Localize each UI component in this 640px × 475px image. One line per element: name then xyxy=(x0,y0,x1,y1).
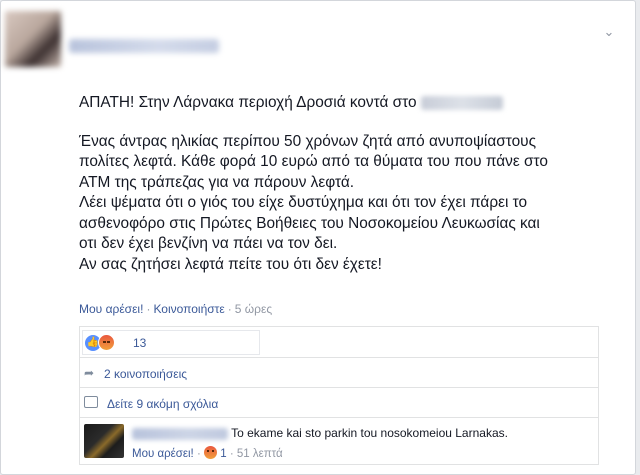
author-name-redacted[interactable] xyxy=(69,39,219,53)
post-body: ΑΠΑΤΗ! Στην Λάρνακα περιοχή Δροσιά κοντά… xyxy=(79,93,599,275)
post-line: ΑΤΜ της τράπεζας για να πάρουν λεφτά. xyxy=(79,173,355,191)
share-link[interactable]: Κοινοποιήστε xyxy=(153,302,224,316)
angry-reaction-icon xyxy=(204,446,218,459)
post-actions: Μου αρέσει! · Κοινοποιήστε · 5 ώρες xyxy=(79,302,272,316)
commenter-name-redacted[interactable] xyxy=(132,427,228,440)
post-timestamp[interactable]: 5 ώρες xyxy=(235,302,272,316)
comment-reaction-count[interactable]: 1 xyxy=(220,448,226,460)
post-card: ⌄ ΑΠΑΤΗ! Στην Λάρνακα περιοχή Δροσιά κον… xyxy=(0,0,636,475)
post-line: Λέει ψέματα ότι ο γιός του είχε δυστύχημ… xyxy=(79,194,528,211)
comment: To ekame kai sto parkin tou nosokomeiou … xyxy=(80,418,598,464)
post-line: ΑΠΑΤΗ! Στην Λάρνακα περιοχή Δροσιά κοντά… xyxy=(79,93,599,114)
post-line: οτι δεν έχει βενζίνη να πάει να τον δει. xyxy=(79,235,338,252)
like-link[interactable]: Μου αρέσει! xyxy=(79,302,143,316)
share-arrow-icon: ➦ xyxy=(84,366,95,380)
comment-like-link[interactable]: Μου αρέσει! xyxy=(132,448,194,460)
comment-actions: Μου αρέσει! · 1 · 51 λεπτά xyxy=(132,446,283,460)
post-line: Αν σας ζητήσει λεφτά πείτε του ότι δεν έ… xyxy=(79,255,382,273)
separator: · xyxy=(146,302,151,316)
chevron-down-icon[interactable]: ⌄ xyxy=(601,25,617,39)
separator: · xyxy=(229,448,234,460)
reactions-row[interactable]: 👍 13 xyxy=(80,327,598,358)
reaction-count[interactable]: 13 xyxy=(133,336,146,350)
angry-reaction-icon xyxy=(98,334,115,351)
comment-bubble-icon xyxy=(84,396,98,408)
separator: · xyxy=(196,448,201,460)
post-line: Ένας άντρας ηλικίας περίπου 50 χρόνων ζη… xyxy=(79,132,536,150)
comment-text: To ekame kai sto parkin tou nosokomeiou … xyxy=(231,426,508,440)
separator: · xyxy=(227,302,232,316)
post-line: πολίτες λεφτά. Κάθε φορά 10 ευρώ από τα … xyxy=(79,153,548,170)
author-avatar[interactable] xyxy=(5,11,61,67)
location-redacted xyxy=(420,95,503,110)
post-line: ασθενοφόρο στις Πρώτες Βοήθειες του Νοσο… xyxy=(79,214,540,232)
view-more-comments-link[interactable]: Δείτε 9 ακόμη σχόλια xyxy=(107,397,218,411)
commenter-avatar[interactable] xyxy=(84,424,124,458)
shares-count-link[interactable]: 2 κοινοποιήσεις xyxy=(104,367,187,381)
comment-timestamp[interactable]: 51 λεπτά xyxy=(237,448,283,460)
feedback-section: 👍 13 ➦ 2 κοινοποιήσεις Δείτε 9 ακόμη σχό… xyxy=(79,326,599,465)
comment-line: To ekame kai sto parkin tou nosokomeiou … xyxy=(132,426,508,440)
view-comments-row[interactable]: Δείτε 9 ακόμη σχόλια xyxy=(80,388,598,418)
shares-row[interactable]: ➦ 2 κοινοποιήσεις xyxy=(80,358,598,388)
